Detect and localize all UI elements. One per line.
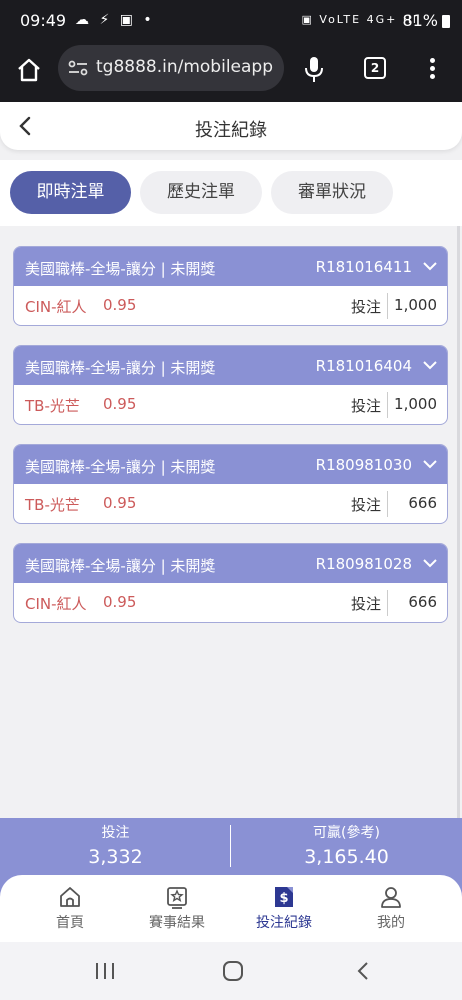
tab-history-bets[interactable]: 歷史注單 [140,171,262,214]
nav-home[interactable]: 首頁 [30,885,110,932]
chevron-down-icon[interactable] [423,558,437,568]
bet-stake: 1,000 [394,296,437,314]
app-header: 投注紀錄 [0,102,462,150]
bet-card-header[interactable]: 美國職棒-全場-讓分 | 未開獎 R180981028 [14,544,447,583]
bet-stake: 1,000 [394,395,437,413]
bet-odds: 0.95 [103,395,137,413]
bet-card-body: TB-光芒 0.95 投注 666 [14,484,447,523]
bet-card[interactable]: 美國職棒-全場-讓分 | 未開獎 R181016404 TB-光芒 0.95 投… [13,345,448,425]
tab-review-status[interactable]: 審單狀況 [271,171,393,214]
bet-card[interactable]: 美國職棒-全場-讓分 | 未開獎 R180981030 TB-光芒 0.95 投… [13,444,448,524]
microphone-icon[interactable] [303,55,325,83]
bet-order-number: R180981028 [315,555,412,573]
bet-stake: 666 [408,593,437,611]
chevron-down-icon[interactable] [423,261,437,271]
back-button-icon[interactable] [352,960,376,982]
bet-odds: 0.95 [103,296,137,314]
bet-pick: TB-光芒 [25,397,80,415]
bet-odds: 0.95 [103,494,137,512]
bet-card-body: CIN-紅人 0.95 投注 1,000 [14,286,447,325]
user-icon [381,887,401,908]
bet-tabs: 即時注單 歷史注單 審單狀況 [0,160,462,226]
battery-percent: 81% [402,11,438,30]
bet-stake: 666 [408,494,437,512]
chevron-down-icon[interactable] [423,360,437,370]
chevron-down-icon[interactable] [423,459,437,469]
total-stake-value: 3,332 [88,846,143,868]
url-text[interactable]: tg8888.in/mobileapp [96,57,273,77]
site-settings-icon[interactable] [68,59,88,77]
bet-card[interactable]: 美國職棒-全場-讓分 | 未開獎 R181016411 CIN-紅人 0.95 … [13,246,448,326]
home-button-icon[interactable] [221,960,245,982]
browser-toolbar: tg8888.in/mobileapp 2 [0,40,462,102]
nav-results-label: 賽事結果 [149,915,205,931]
recent-apps-icon[interactable] [93,960,117,982]
bet-order-number: R181016404 [315,357,412,375]
trophy-icon [167,887,187,909]
tab-switcher-button[interactable]: 2 [364,57,386,79]
divider [387,491,388,517]
bet-card-body: CIN-紅人 0.95 投注 666 [14,583,447,622]
total-stake-label: 投注 [101,825,130,841]
dollar-doc-icon: $ [275,887,293,907]
home-icon[interactable] [16,57,42,83]
divider [387,293,388,319]
potential-win-value: 3,165.40 [304,846,389,868]
bet-league: 美國職棒-全場-讓分 | 未開獎 [25,260,216,278]
bet-order-number: R180981030 [315,456,412,474]
home-icon [60,887,80,907]
bet-card-header[interactable]: 美國職棒-全場-讓分 | 未開獎 R181016404 [14,346,447,385]
signal-icons: ▣ VoLTE 4G+ ıll [301,13,418,26]
potential-win: 可贏(參考) 3,165.40 [231,822,462,868]
nav-profile-label: 我的 [377,915,405,931]
stake-label: 投注 [350,298,381,316]
divider [387,392,388,418]
page-title: 投注紀錄 [195,120,267,141]
battery-icon [442,15,450,28]
bet-order-number: R181016411 [315,258,412,276]
bet-card-header[interactable]: 美國職棒-全場-讓分 | 未開獎 R181016411 [14,247,447,286]
address-bar[interactable]: tg8888.in/mobileapp [58,45,284,91]
bet-pick: TB-光芒 [25,496,80,514]
scrollbar[interactable] [457,226,460,818]
svg-text:$: $ [279,891,288,906]
bottom-navigation: 首頁 賽事結果 $ 投注紀錄 我的 [0,875,462,942]
nav-profile[interactable]: 我的 [351,885,431,932]
bet-odds: 0.95 [103,593,137,611]
bet-league: 美國職棒-全場-讓分 | 未開獎 [25,359,216,377]
total-stake: 投注 3,332 [0,822,231,868]
divider [387,590,388,616]
bet-league: 美國職棒-全場-讓分 | 未開獎 [25,557,216,575]
bet-pick: CIN-紅人 [25,595,87,613]
tab-live-bets[interactable]: 即時注單 [10,171,131,214]
notification-icons: ☁ ⚡ ▣ • [75,12,155,28]
potential-win-label: 可贏(參考) [313,825,380,841]
stake-label: 投注 [350,397,381,415]
status-time: 09:49 [20,11,67,30]
more-menu-icon[interactable] [426,56,438,82]
status-bar: 09:49 ☁ ⚡ ▣ • ▣ VoLTE 4G+ ıll 81% [0,0,462,40]
bet-pick: CIN-紅人 [25,298,87,316]
system-navigation [0,942,462,1000]
bet-league: 美國職棒-全場-讓分 | 未開獎 [25,458,216,476]
nav-bet-records[interactable]: $ 投注紀錄 [244,885,324,932]
bet-card[interactable]: 美國職棒-全場-讓分 | 未開獎 R180981028 CIN-紅人 0.95 … [13,543,448,623]
nav-bet-records-label: 投注紀錄 [256,915,312,931]
bet-card-header[interactable]: 美國職棒-全場-讓分 | 未開獎 R180981030 [14,445,447,484]
stake-label: 投注 [350,496,381,514]
nav-results[interactable]: 賽事結果 [137,885,217,932]
nav-home-label: 首頁 [56,915,84,931]
bet-card-body: TB-光芒 0.95 投注 1,000 [14,385,447,424]
stake-label: 投注 [350,595,381,613]
